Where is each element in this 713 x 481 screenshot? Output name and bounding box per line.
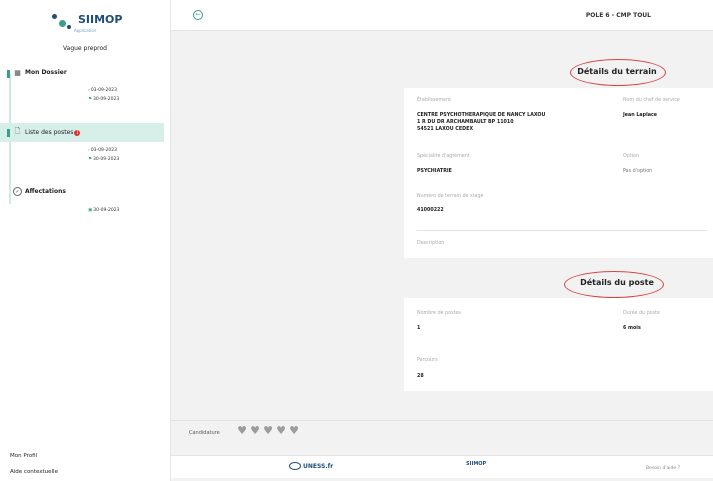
heart-icon[interactable]: ♥ — [276, 425, 286, 436]
heart-icon[interactable]: ♥ — [263, 425, 273, 436]
date-end: ⚑30-09-2023 — [88, 97, 120, 102]
document-icon: 🗋 — [14, 127, 21, 135]
specialite-label: Spécialité d'agrément — [417, 154, 470, 159]
check-circle-icon: ✓ — [13, 187, 22, 196]
date-end: ⚑30-09-2023 — [88, 157, 120, 162]
sidebar-item-affectations[interactable]: ✓ Affectations — [13, 187, 66, 196]
flag-icon: ⚑ — [88, 157, 93, 162]
grid-icon: ▦ — [14, 68, 21, 77]
lock-icon: ▣ — [88, 208, 93, 213]
option-label: Option — [623, 154, 640, 159]
footer-siimop-logo[interactable]: SIIMOP — [466, 461, 486, 467]
candidature-label: Candidature — [189, 430, 220, 436]
candidature-bar: Candidature ♥ ♥ ♥ ♥ ♥ — [171, 420, 713, 443]
sidebar-item-liste-des-postes[interactable]: 🗋 Liste des postes 1 — [13, 127, 81, 137]
profile-link[interactable]: Mon Profil — [10, 453, 37, 459]
date-single: ▣30-09-2023 — [88, 208, 120, 213]
chef-label: Nom du chef de service — [623, 98, 680, 103]
pole-title: POLE 6 - CMP TOUL — [585, 12, 651, 19]
etablissement-line-1: CENTRE PSYCHOTHERAPIQUE DE NANCY LAXOU — [417, 113, 546, 118]
etablissement-line-2: 1 R DU DR ARCHAMBAULT BP 11010 — [417, 120, 514, 125]
heart-icon[interactable]: ♥ — [237, 425, 247, 436]
terrain-num-value: 41000222 — [417, 208, 444, 213]
sidebar-item-label: Affectations — [25, 188, 66, 195]
terrain-num-label: Numéro de terrain de stage — [417, 194, 484, 199]
highlight-ellipse — [570, 59, 666, 86]
etablissement-label: Établissement — [417, 98, 452, 103]
duree-value: 6 mois — [623, 326, 641, 331]
highlight-ellipse — [564, 271, 664, 298]
divider — [417, 230, 707, 231]
vague-label: Vague preprod — [63, 45, 107, 52]
start-arrow-icon: › — [88, 88, 90, 93]
uness-logo[interactable]: UNESS.fr — [289, 462, 333, 470]
sidebar-item-mon-dossier[interactable]: ▦ Mon Dossier — [13, 68, 67, 77]
sidebar-item-label: Liste des postes — [25, 129, 74, 136]
date-start: ›03-09-2023 — [88, 148, 117, 153]
poste-card: Nombre de postes 1 Durée du poste 6 mois… — [404, 298, 713, 391]
nb-postes-label: Nombre de postes — [417, 311, 461, 316]
terrain-card: Établissement CENTRE PSYCHOTHERAPIQUE DE… — [404, 88, 713, 258]
parcours-value: 28 — [417, 374, 424, 379]
footer: UNESS.fr SIIMOP Besoin d'aide ? — [171, 455, 713, 478]
siimop-logo[interactable]: SIIMOP Application — [50, 8, 122, 33]
flag-icon: ⚑ — [88, 97, 93, 102]
heart-icon[interactable]: ♥ — [250, 425, 260, 436]
nb-postes-value: 1 — [417, 326, 421, 331]
start-arrow-icon: › — [88, 148, 90, 153]
help-footer-link[interactable]: Besoin d'aide ? — [646, 466, 680, 471]
etablissement-line-3: 54521 LAXOU CEDEX — [417, 127, 474, 132]
option-value: Pas d'option — [623, 169, 653, 174]
candidature-hearts: ♥ ♥ ♥ ♥ ♥ — [237, 425, 299, 436]
parcours-label: Parcours — [417, 358, 438, 363]
step-marker — [7, 70, 10, 78]
back-arrow-icon[interactable]: ← — [193, 10, 203, 20]
uness-ring-icon — [289, 462, 301, 470]
sidebar-item-label: Mon Dossier — [25, 69, 67, 76]
date-start: ›03-09-2023 — [88, 88, 117, 93]
chef-value: Jean Laplace — [623, 113, 658, 118]
step-marker — [7, 129, 10, 137]
description-label: Description — [417, 241, 445, 246]
heart-icon[interactable]: ♥ — [289, 425, 299, 436]
duree-label: Durée du poste — [623, 311, 660, 316]
logo-molecule-icon — [50, 12, 74, 30]
sidebar: SIIMOP Application Vague preprod ▦ Mon D… — [0, 0, 171, 481]
top-bar: ← POLE 6 - CMP TOUL — [171, 0, 713, 31]
notification-badge: 1 — [74, 129, 81, 136]
logo-subtitle: Application — [74, 28, 97, 33]
logo-text: SIIMOP — [78, 13, 123, 26]
specialite-value: PSYCHIATRIE — [417, 169, 452, 174]
help-link[interactable]: Aide contextuelle — [10, 469, 58, 475]
